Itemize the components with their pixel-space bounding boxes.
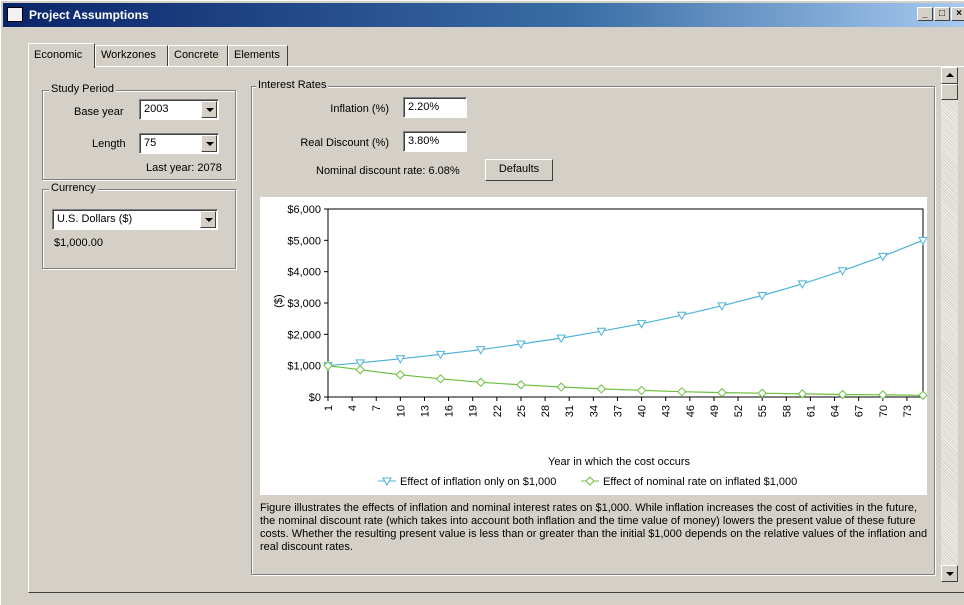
- data-point-nominal: [918, 390, 928, 400]
- x-tick-label: 67: [854, 405, 866, 417]
- y-tick-label: $4,000: [287, 267, 321, 279]
- length-label: Length: [92, 138, 126, 150]
- currency-amount: $1,000.00: [54, 237, 103, 249]
- nominal-discount-text: Nominal discount rate: 6.08%: [316, 165, 460, 177]
- data-point-nominal: [355, 365, 365, 375]
- minimize-button[interactable]: _: [917, 7, 933, 21]
- chart-area: $0 $1,000 $2,000 $3,000 $4,000 $5,000 $6,000 1 4…: [260, 197, 928, 495]
- currency-title: Currency: [49, 182, 98, 194]
- real-discount-input[interactable]: 3.80%: [403, 131, 467, 152]
- x-tick-label: 16: [444, 405, 456, 417]
- chevron-down-icon[interactable]: [201, 101, 217, 118]
- maximize-button[interactable]: □: [934, 7, 950, 21]
- chevron-down-icon[interactable]: [201, 135, 217, 152]
- currency-select[interactable]: U.S. Dollars ($): [52, 209, 218, 230]
- project-assumptions-window: Project Assumptions _ □ × Economic Workz…: [0, 0, 964, 605]
- x-tick-label: 40: [637, 405, 649, 417]
- x-tick-label: 13: [419, 405, 431, 417]
- x-tick-label: 4: [347, 405, 359, 411]
- x-tick-label: 1: [323, 405, 335, 411]
- inflation-input[interactable]: 2.20%: [403, 97, 467, 118]
- base-year-value: 2003: [144, 103, 169, 115]
- currency-group: Currency U.S. Dollars ($) $1,000.00: [42, 182, 236, 269]
- currency-value: U.S. Dollars ($): [57, 213, 133, 225]
- data-point-nominal: [596, 384, 607, 394]
- study-period-group: Study Period Base year 2003 Length 75 La…: [42, 83, 236, 180]
- chevron-down-icon[interactable]: [200, 211, 216, 228]
- series-line: [327, 239, 924, 367]
- x-tick-label: 61: [805, 405, 817, 417]
- x-tick-label: 7: [371, 405, 383, 411]
- x-tick-label: 37: [612, 405, 624, 417]
- y-tick-label: $3,000: [287, 298, 321, 310]
- base-year-label: Base year: [74, 106, 124, 118]
- data-point-nominal: [636, 385, 647, 396]
- x-tick-label: 31: [564, 405, 576, 417]
- x-tick-label: 19: [468, 405, 480, 417]
- y-tick-label: $2,000: [287, 329, 321, 341]
- data-point-nominal: [435, 374, 446, 384]
- length-select[interactable]: 75: [139, 133, 219, 154]
- study-period-title: Study Period: [49, 83, 116, 95]
- close-button[interactable]: ×: [951, 7, 964, 21]
- y-axis-label: ($): [273, 294, 285, 307]
- inflation-label: Inflation (%): [330, 103, 389, 115]
- x-tick-label: 52: [733, 405, 745, 417]
- base-year-select[interactable]: 2003: [139, 99, 219, 120]
- x-tick-label: 49: [709, 405, 721, 417]
- real-discount-label: Real Discount (%): [300, 137, 389, 149]
- data-point-nominal: [476, 377, 486, 387]
- y-tick-label: $0: [309, 392, 321, 404]
- legend-label-nominal: Effect of nominal rate on inflated $1,00…: [603, 476, 797, 488]
- data-point-nominal: [878, 390, 888, 400]
- x-tick-label: 25: [516, 405, 528, 417]
- x-tick-label: 46: [685, 405, 697, 417]
- x-tick-label: 10: [395, 405, 407, 417]
- vertical-scrollbar[interactable]: [941, 67, 958, 582]
- data-point-nominal: [516, 380, 526, 390]
- scroll-thumb[interactable]: [941, 84, 958, 100]
- x-tick-label: 55: [757, 405, 769, 417]
- inflation-discount-chart: $0 $1,000 $2,000 $3,000 $4,000 $5,000 $6,000 1 4…: [273, 204, 928, 488]
- data-point-nominal: [556, 382, 566, 392]
- x-tick-label: 70: [878, 405, 890, 417]
- x-tick-label: 73: [902, 405, 914, 417]
- tab-economic[interactable]: Economic: [28, 43, 95, 68]
- x-tick-label: 34: [588, 405, 600, 417]
- y-tick-label: $6,000: [287, 204, 321, 216]
- title-bar[interactable]: Project Assumptions _ □ ×: [3, 3, 964, 27]
- x-axis-label: Year in which the cost occurs: [548, 456, 691, 468]
- interest-rates-title: Interest Rates: [256, 79, 329, 91]
- data-point-nominal: [757, 388, 767, 398]
- data-point-nominal: [395, 370, 406, 380]
- x-tick-label: 22: [492, 405, 504, 417]
- scroll-down-arrow-icon[interactable]: [941, 565, 958, 582]
- figure-description: Figure illustrates the effects of inflat…: [260, 502, 928, 553]
- data-point-nominal: [677, 386, 687, 397]
- data-point-nominal: [717, 387, 727, 398]
- scroll-up-arrow-icon[interactable]: [941, 67, 958, 84]
- y-tick-label: $1,000: [287, 361, 321, 373]
- series-line: [327, 365, 924, 396]
- legend-label-inflation: Effect of inflation only on $1,000: [400, 476, 556, 488]
- x-tick-label: 28: [540, 405, 552, 417]
- x-tick-label: 58: [781, 405, 793, 417]
- defaults-button[interactable]: Defaults: [485, 159, 553, 181]
- legend-marker-diamond: [585, 476, 595, 486]
- length-value: 75: [144, 137, 157, 149]
- tab-elements[interactable]: Elements: [228, 45, 288, 67]
- x-tick-label: 43: [661, 405, 673, 417]
- tab-workzones[interactable]: Workzones: [95, 45, 168, 67]
- last-year-text: Last year: 2078: [146, 162, 222, 174]
- app-icon: [7, 7, 23, 22]
- window-title: Project Assumptions: [29, 8, 149, 22]
- x-tick-label: 64: [830, 405, 842, 417]
- plot-frame: [327, 208, 924, 398]
- tab-concrete[interactable]: Concrete: [168, 45, 228, 67]
- y-tick-label: $5,000: [287, 235, 321, 247]
